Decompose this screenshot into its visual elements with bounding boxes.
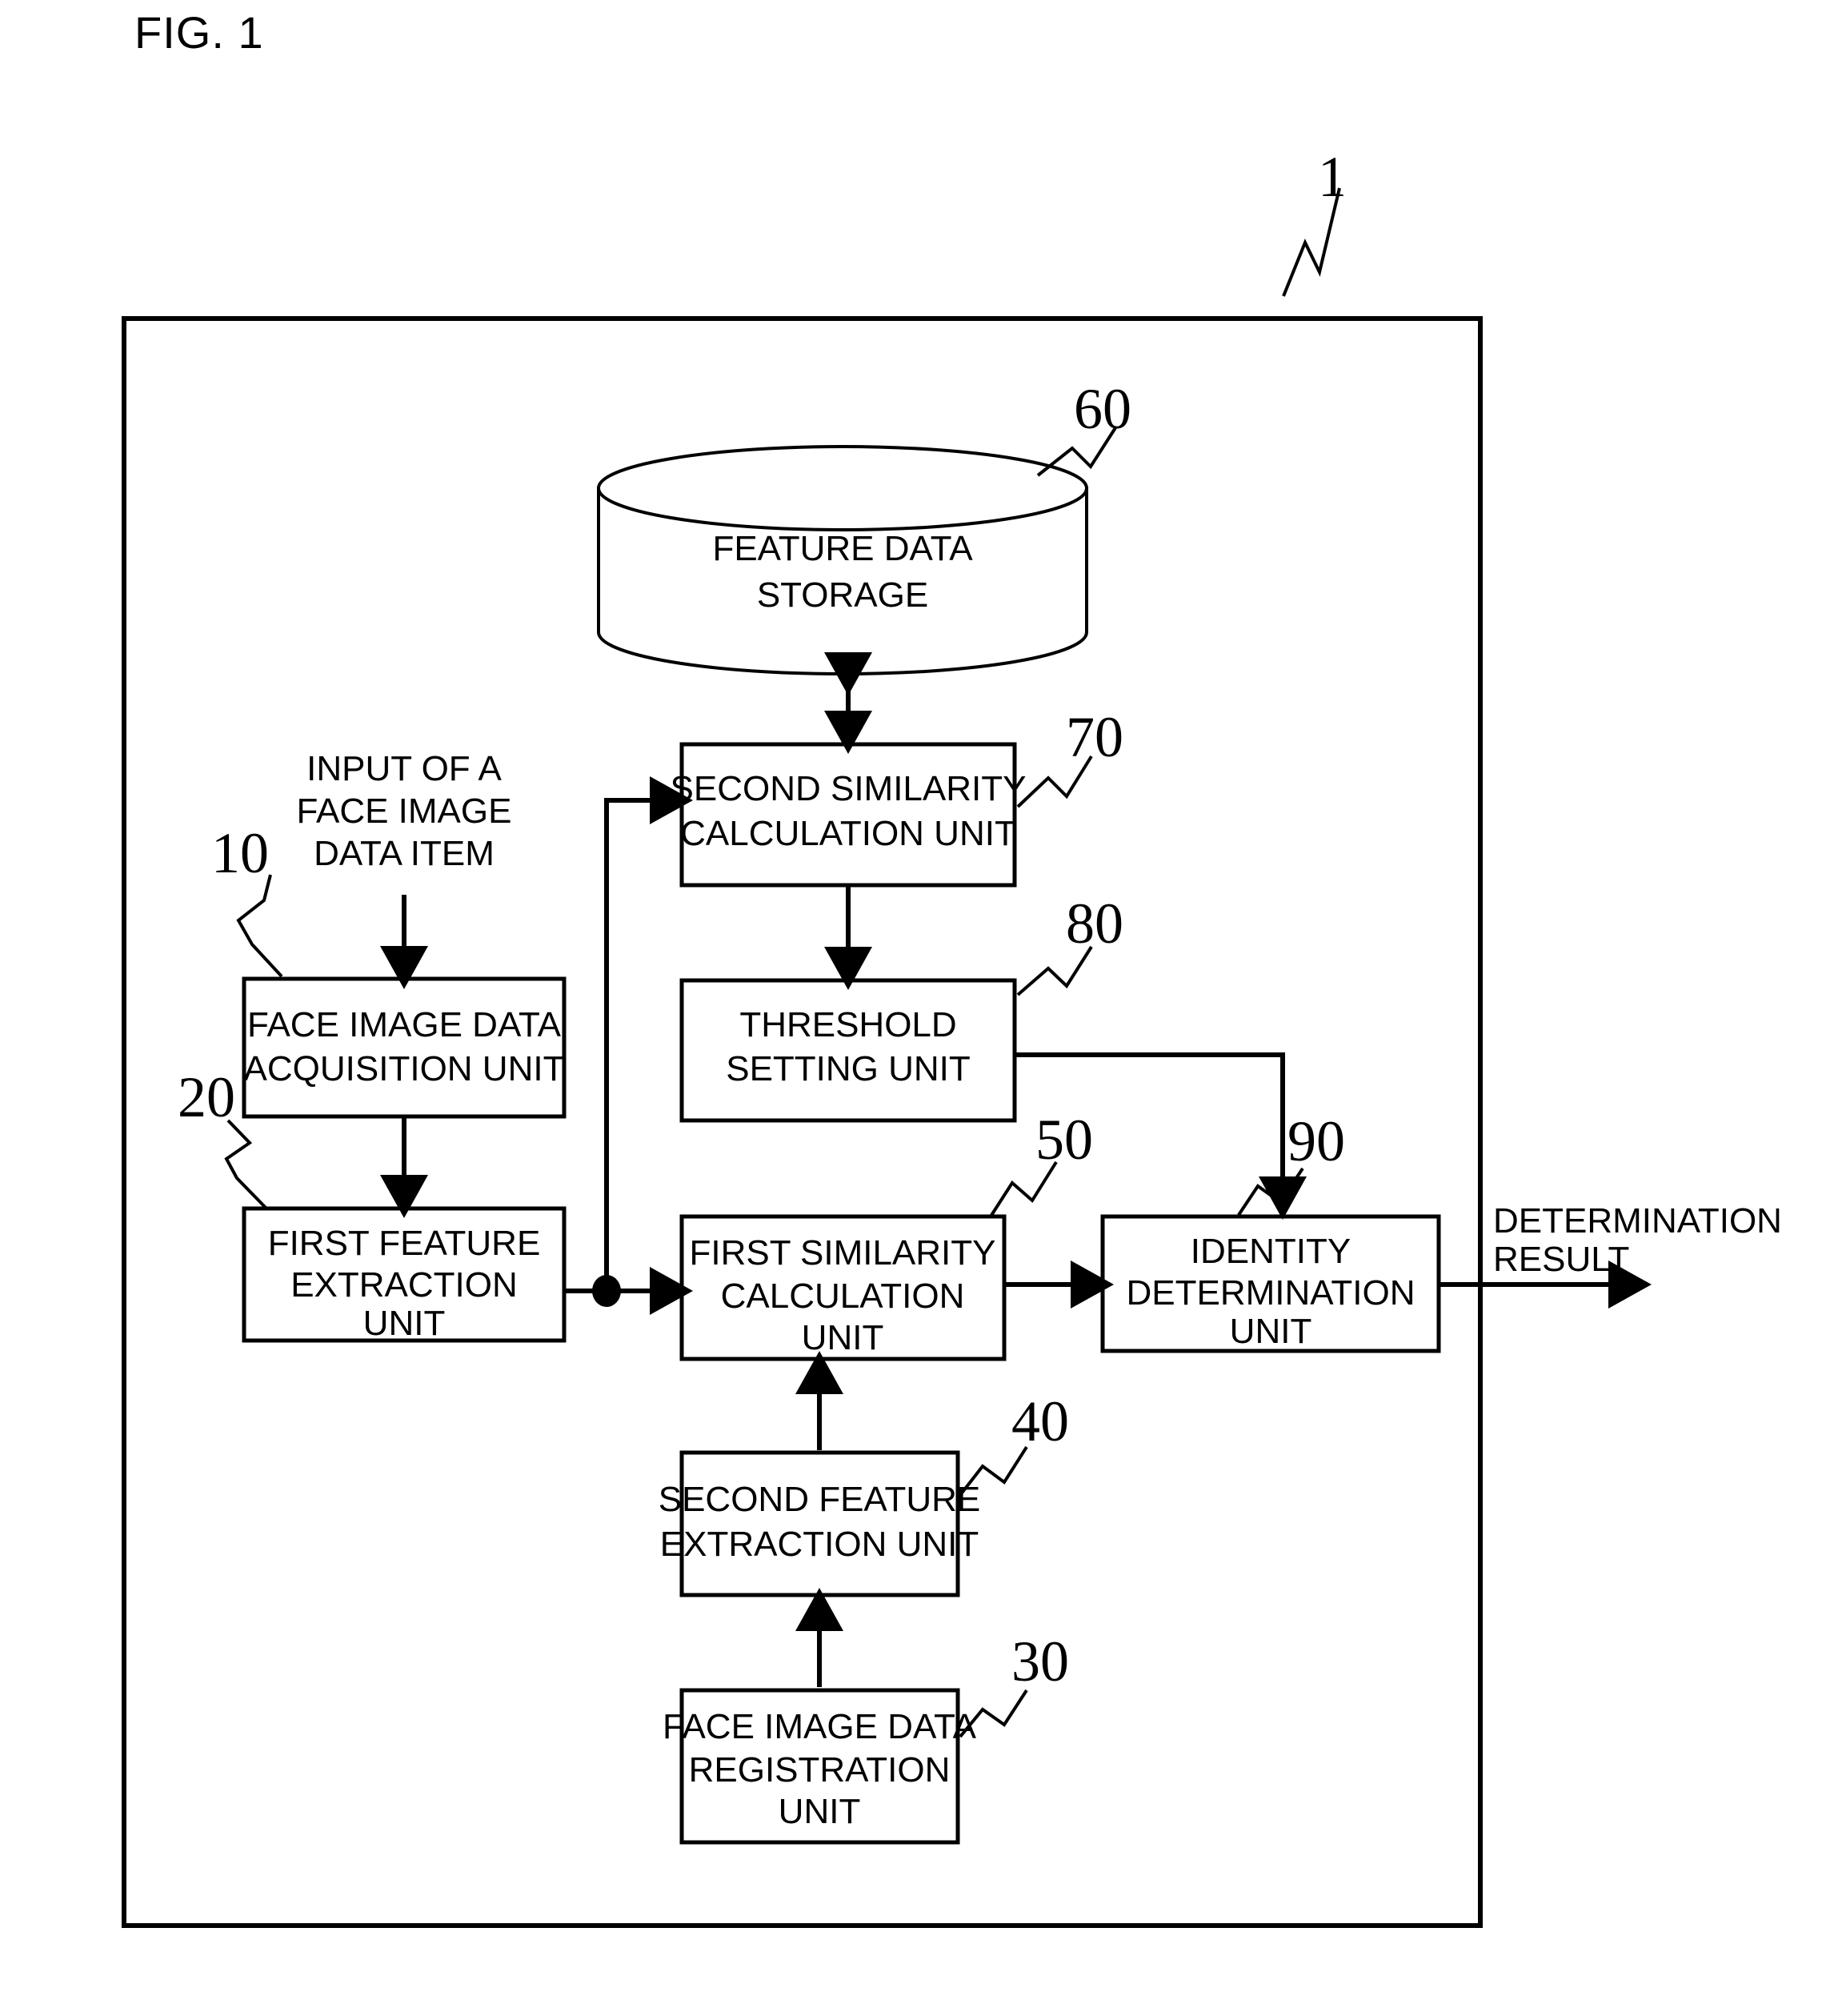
ref-number-system: 1 bbox=[1318, 145, 1347, 209]
block-label-line-1: EXTRACTION bbox=[290, 1265, 518, 1305]
block-label-line-0: IDENTITY bbox=[1191, 1232, 1351, 1271]
output-label-line-0: DETERMINATION bbox=[1493, 1201, 1782, 1240]
block-second-similarity-calculation-unit: SECOND SIMILARITY CALCULATION UNIT bbox=[671, 742, 1027, 888]
block-feature-data-storage: FEATURE DATA STORAGE bbox=[597, 445, 1088, 675]
block-diagram: 1 FEATURE DATA STORAGE 60 SECOND SIMILAR… bbox=[122, 145, 1782, 1928]
input-label-line-0: INPUT OF A bbox=[306, 749, 502, 788]
ref-number-30: 30 bbox=[1011, 1629, 1069, 1693]
block-label-line-1: EXTRACTION UNIT bbox=[660, 1525, 979, 1564]
block-label-line-2: UNIT bbox=[779, 1792, 861, 1831]
block-label-line-0: FACE IMAGE DATA bbox=[663, 1707, 977, 1746]
block-label-line-0: FIRST SIMILARITY bbox=[689, 1233, 995, 1273]
ref-number-50: 50 bbox=[1035, 1108, 1093, 1172]
figure-page: FIG. 1 1 FEATURE DATA STORAGE 60 SECOND … bbox=[0, 0, 1830, 2016]
block-label-line-2: UNIT bbox=[1230, 1312, 1312, 1351]
block-label-line-1: ACQUISITION UNIT bbox=[244, 1049, 565, 1088]
block-label-line-0: SECOND FEATURE bbox=[659, 1480, 981, 1519]
input-label-line-2: DATA ITEM bbox=[314, 834, 495, 873]
input-label-line-1: FACE IMAGE bbox=[297, 792, 512, 831]
output-label-line-1: RESULT bbox=[1493, 1240, 1629, 1279]
junction-dot bbox=[592, 1275, 621, 1307]
block-label-line-1: REGISTRATION bbox=[689, 1750, 951, 1790]
block-label-line-0: SECOND SIMILARITY bbox=[671, 769, 1027, 808]
block-threshold-setting-unit: THRESHOLD SETTING UNIT bbox=[679, 978, 1017, 1123]
block-label-line-0: THRESHOLD bbox=[739, 1005, 956, 1044]
block-label-line-0: FACE IMAGE DATA bbox=[247, 1005, 562, 1044]
ref-number-70: 70 bbox=[1066, 705, 1123, 769]
ref-number-20: 20 bbox=[178, 1065, 235, 1129]
block-label-line-1: CALCULATION UNIT bbox=[680, 814, 1016, 853]
annotation-output-label: DETERMINATION RESULT bbox=[1493, 1201, 1782, 1279]
block-label-line-2: UNIT bbox=[363, 1304, 446, 1343]
block-first-feature-extraction-unit: FIRST FEATURE EXTRACTION UNIT bbox=[242, 1206, 567, 1343]
block-label-line-1: CALCULATION bbox=[721, 1277, 965, 1316]
block-identity-determination-unit: IDENTITY DETERMINATION UNIT bbox=[1100, 1214, 1441, 1353]
block-label-line-0: FIRST FEATURE bbox=[268, 1224, 541, 1263]
leader-line-20 bbox=[224, 1119, 268, 1210]
ref-number-80: 80 bbox=[1066, 892, 1123, 956]
connector-first-feature-second-similarity bbox=[604, 776, 693, 1291]
block-label-line-1: DETERMINATION bbox=[1127, 1273, 1416, 1313]
block-label-line-1: SETTING UNIT bbox=[726, 1049, 971, 1088]
ref-number-60: 60 bbox=[1074, 377, 1131, 441]
block-face-image-data-registration-unit: FACE IMAGE DATA REGISTRATION UNIT bbox=[663, 1688, 977, 1845]
leader-line-90 bbox=[1237, 1167, 1304, 1216]
block-label-line-2: UNIT bbox=[802, 1318, 884, 1357]
block-label-line-1: STORAGE bbox=[757, 575, 928, 615]
ref-number-10: 10 bbox=[211, 821, 269, 885]
annotation-input-label: INPUT OF A FACE IMAGE DATA ITEM bbox=[297, 749, 512, 873]
block-label-line-0: FEATURE DATA bbox=[712, 529, 973, 568]
ref-number-40: 40 bbox=[1011, 1389, 1069, 1453]
block-face-image-data-acquisition-unit: FACE IMAGE DATA ACQUISITION UNIT bbox=[242, 976, 567, 1119]
block-first-similarity-calculation-unit: FIRST SIMILARITY CALCULATION UNIT bbox=[679, 1214, 1007, 1361]
ref-number-90: 90 bbox=[1287, 1109, 1345, 1173]
block-second-feature-extraction-unit: SECOND FEATURE EXTRACTION UNIT bbox=[659, 1450, 981, 1597]
leader-line-10 bbox=[236, 874, 283, 978]
